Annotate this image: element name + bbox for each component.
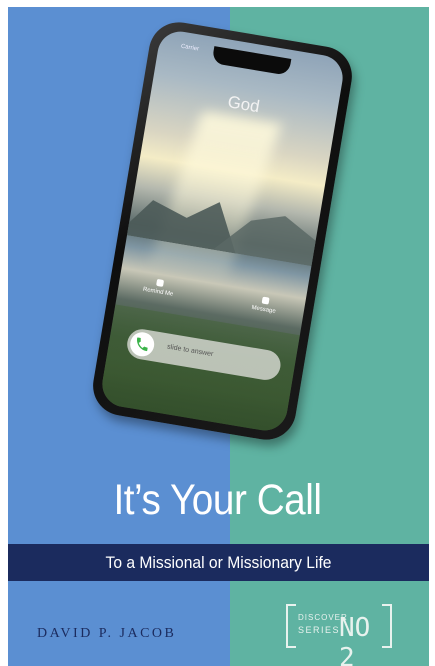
author-name: DAVID P. JACOB bbox=[37, 626, 177, 641]
book-cover: Carrier God Remind Me Message slide to a… bbox=[0, 0, 435, 666]
slide-to-answer-label: slide to answer bbox=[166, 343, 214, 359]
phone-notch bbox=[211, 46, 291, 76]
message-control[interactable]: Message bbox=[243, 294, 285, 316]
series-badge: DISCOVER SERIES NO 2 bbox=[286, 604, 392, 666]
remind-me-label: Remind Me bbox=[142, 286, 174, 298]
book-subtitle: To a Missional or Missionary Life bbox=[105, 553, 332, 572]
frame-border bbox=[429, 0, 435, 666]
frame-border bbox=[0, 0, 435, 7]
series-badge-bottom: SERIES bbox=[298, 625, 341, 635]
book-title: It’s Your Call bbox=[113, 476, 322, 524]
status-bar-carrier: Carrier bbox=[180, 43, 200, 53]
subtitle-band: To a Missional or Missionary Life bbox=[8, 544, 429, 581]
message-label: Message bbox=[251, 304, 277, 315]
message-icon bbox=[261, 296, 270, 305]
phone-icon bbox=[137, 337, 148, 352]
remind-me-control[interactable]: Remind Me bbox=[138, 276, 180, 298]
series-badge-number: NO 2 bbox=[339, 613, 371, 666]
frame-border bbox=[0, 0, 8, 666]
alarm-icon bbox=[155, 278, 164, 287]
badge-bracket bbox=[286, 604, 296, 648]
answer-knob[interactable] bbox=[128, 330, 157, 359]
